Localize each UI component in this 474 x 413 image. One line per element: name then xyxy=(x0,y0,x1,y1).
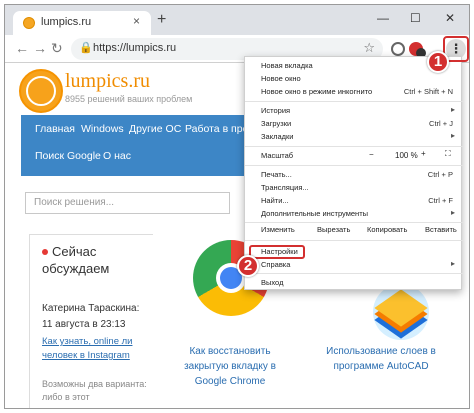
tab-close-icon[interactable]: × xyxy=(133,14,140,28)
browser-tab[interactable]: lumpics.ru × xyxy=(13,11,151,35)
browser-window: lumpics.ru × + — ☐ ✕ ← → ↻ 🔒 https://lum… xyxy=(4,4,470,409)
fullscreen-icon[interactable]: ⛶ xyxy=(445,149,451,159)
submenu-arrow-icon: ▸ xyxy=(450,208,455,217)
step-marker-1: 1 xyxy=(427,51,449,73)
tab-title: lumpics.ru xyxy=(41,16,92,28)
menu-divider xyxy=(245,165,463,166)
menu-item-print[interactable]: Печать... Ctrl + P xyxy=(245,169,463,182)
bookmark-star-icon[interactable]: ☆ xyxy=(363,40,375,56)
cut-button[interactable]: Вырезать xyxy=(317,225,350,234)
new-tab-button[interactable]: + xyxy=(157,12,166,28)
menu-item-bookmarks[interactable]: Закладки ▸ xyxy=(245,131,463,144)
menu-divider xyxy=(245,146,463,147)
submenu-arrow-icon: ▸ xyxy=(450,259,455,268)
nav-about[interactable]: О нас xyxy=(103,150,131,162)
article-link-autocad[interactable]: Использование слоев в программе AutoCAD xyxy=(321,344,441,374)
article-link-chrome[interactable]: Как восстановить закрытую вкладку в Goog… xyxy=(175,344,285,389)
chrome-menu: Новая вкладка Новое окно Новое окно в ре… xyxy=(244,56,463,290)
site-logo-icon[interactable] xyxy=(19,69,63,113)
maximize-button[interactable]: ☐ xyxy=(410,11,421,25)
zoom-out-button[interactable]: − xyxy=(369,150,374,159)
site-search-input[interactable]: Поиск решения... xyxy=(25,192,230,214)
site-logo-text[interactable]: lumpics.ru xyxy=(65,70,150,93)
settings-highlight xyxy=(249,245,305,259)
submenu-arrow-icon: ▸ xyxy=(450,131,455,140)
nav-windows[interactable]: Windows xyxy=(81,123,124,135)
edit-label: Изменить xyxy=(261,225,295,234)
copy-button[interactable]: Копировать xyxy=(367,225,407,234)
submenu-arrow-icon: ▸ xyxy=(450,105,455,114)
step-marker-2: 2 xyxy=(237,255,259,277)
comment-author: Катерина Тараскина: xyxy=(42,303,140,314)
comment-date: 11 августа в 23:13 xyxy=(42,319,126,330)
search-placeholder: Поиск решения... xyxy=(34,197,115,208)
title-bar: lumpics.ru × + — ☐ ✕ xyxy=(5,5,469,35)
nav-google-search[interactable]: Поиск Google xyxy=(35,150,101,162)
paste-button[interactable]: Вставить xyxy=(425,225,457,234)
menu-item-downloads[interactable]: Загрузки Ctrl + J xyxy=(245,118,463,131)
menu-item-new-window[interactable]: Новое окно xyxy=(245,73,463,86)
favicon-icon xyxy=(23,17,35,29)
menu-item-incognito[interactable]: Новое окно в режиме инкогнито Ctrl + Shif… xyxy=(245,86,463,99)
comment-article-link[interactable]: Как узнать, online ли человек в Instagra… xyxy=(42,335,154,363)
site-tagline: 8955 решений ваших проблем xyxy=(65,94,193,104)
menu-divider xyxy=(245,101,463,102)
zoom-value: 100 % xyxy=(395,151,418,160)
lock-icon: 🔒 xyxy=(79,42,93,54)
news-title: Сейчас обсуждаем xyxy=(42,244,110,276)
nav-other-os[interactable]: Другие ОС xyxy=(129,123,181,135)
close-window-button[interactable]: ✕ xyxy=(445,11,455,25)
comment-excerpt: Возможны два варианта: либо в этот xyxy=(42,379,147,402)
menu-divider xyxy=(245,273,463,274)
menu-divider xyxy=(245,222,463,223)
forward-button[interactable]: → xyxy=(33,40,47,56)
menu-item-zoom: Масштаб xyxy=(261,151,294,160)
menu-divider xyxy=(245,240,463,241)
menu-item-find[interactable]: Найти... Ctrl + F xyxy=(245,195,463,208)
news-widget: Сейчас обсуждаем Катерина Тараскина: 11 … xyxy=(29,234,154,408)
extension-icon[interactable] xyxy=(391,42,405,56)
site-nav: Главная Windows Другие ОС Работа в прогр… xyxy=(21,115,259,176)
menu-item-cast[interactable]: Трансляция... xyxy=(245,182,463,195)
menu-item-help[interactable]: Справка ▸ xyxy=(245,259,463,272)
menu-item-exit[interactable]: Выход xyxy=(245,277,463,290)
url-text[interactable]: https://lumpics.ru xyxy=(93,42,176,54)
back-button[interactable]: ← xyxy=(15,40,29,56)
reload-button[interactable]: ↻ xyxy=(51,40,63,57)
nav-home[interactable]: Главная xyxy=(35,123,75,135)
minimize-button[interactable]: — xyxy=(377,11,389,25)
zoom-in-button[interactable]: + xyxy=(421,149,426,158)
autocad-layers-icon[interactable] xyxy=(373,284,429,340)
menu-item-more-tools[interactable]: Дополнительные инструменты ▸ xyxy=(245,208,463,221)
menu-item-history[interactable]: История ▸ xyxy=(245,105,463,118)
